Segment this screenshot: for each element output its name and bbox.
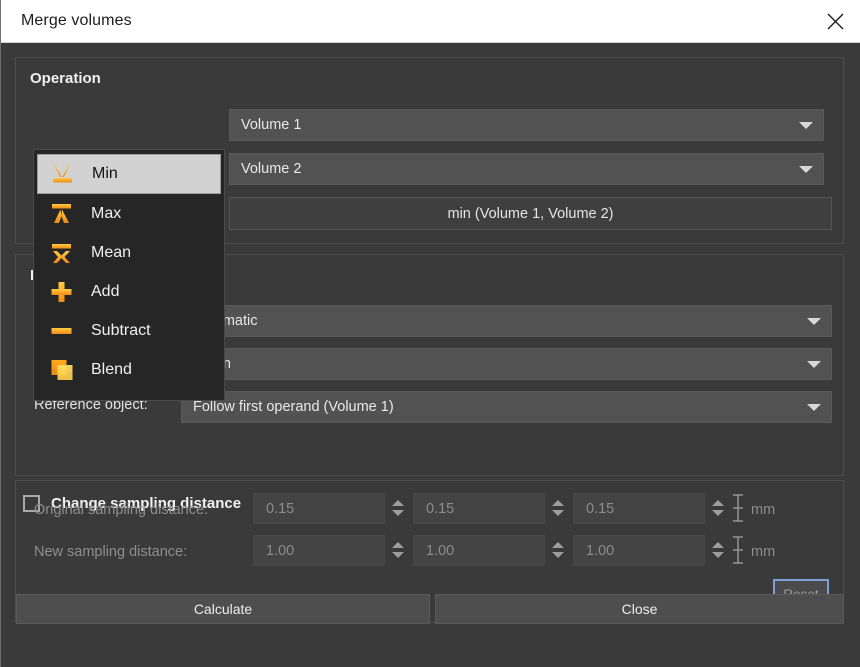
stepper-up-icon bbox=[391, 500, 404, 506]
add-icon bbox=[48, 277, 78, 307]
original-sampling-z-stepper[interactable] bbox=[711, 493, 724, 523]
menu-item-mean[interactable]: Mean bbox=[34, 233, 224, 272]
operand-1-combobox[interactable]: Volume 1 bbox=[229, 109, 824, 141]
expression-field: min (Volume 1, Volume 2) bbox=[229, 197, 832, 230]
chevron-down-icon bbox=[807, 318, 821, 325]
menu-item-add-label: Add bbox=[91, 282, 120, 300]
original-sampling-unit: mm bbox=[751, 502, 776, 518]
new-sampling-x-input[interactable]: 1.00 bbox=[253, 535, 385, 566]
dimension-icon bbox=[730, 492, 746, 524]
reference-object-value: Follow first operand (Volume 1) bbox=[193, 399, 394, 415]
merge-volumes-dialog: Merge volumes Operation Volume 1 Volume … bbox=[0, 0, 860, 667]
chevron-down-icon bbox=[799, 122, 813, 129]
dialog-title: Merge volumes bbox=[21, 12, 132, 29]
dialog-body: Operation Volume 1 Volume 2 min (Volume … bbox=[1, 43, 860, 667]
menu-item-min[interactable]: Min bbox=[37, 154, 221, 194]
chevron-down-icon bbox=[799, 166, 813, 173]
operand-1-value: Volume 1 bbox=[241, 117, 302, 133]
menu-item-blend-label: Blend bbox=[91, 360, 132, 378]
new-sampling-z-stepper[interactable] bbox=[711, 535, 724, 565]
menu-item-max[interactable]: Max bbox=[34, 194, 224, 233]
stepper-up-icon bbox=[391, 542, 404, 548]
menu-item-subtract[interactable]: Subtract bbox=[34, 311, 224, 350]
new-sampling-distance-label: New sampling distance: bbox=[34, 544, 188, 560]
menu-item-min-label: Min bbox=[92, 165, 118, 182]
stepper-down-icon bbox=[391, 510, 404, 516]
max-icon bbox=[48, 199, 78, 229]
chevron-down-icon bbox=[807, 361, 821, 368]
close-icon bbox=[826, 12, 845, 31]
result-mode-combobox[interactable]: Automatic bbox=[181, 305, 832, 337]
menu-item-max-label: Max bbox=[91, 204, 122, 222]
stepper-down-icon bbox=[551, 552, 564, 558]
new-sampling-y-input[interactable]: 1.00 bbox=[413, 535, 545, 566]
stepper-down-icon bbox=[711, 510, 724, 516]
stepper-up-icon bbox=[551, 500, 564, 506]
original-sampling-z-input[interactable]: 0.15 bbox=[573, 493, 705, 524]
calculate-button[interactable]: Calculate bbox=[16, 594, 430, 624]
bounding-box-combobox[interactable]: Union bbox=[181, 348, 832, 380]
close-button[interactable] bbox=[809, 0, 860, 42]
min-icon bbox=[49, 159, 79, 189]
subtract-icon bbox=[48, 316, 78, 346]
stepper-up-icon bbox=[551, 542, 564, 548]
stepper-down-icon bbox=[711, 552, 724, 558]
operand-2-value: Volume 2 bbox=[241, 161, 302, 177]
menu-item-blend[interactable]: Blend bbox=[34, 350, 224, 389]
menu-item-add[interactable]: Add bbox=[34, 272, 224, 311]
new-sampling-z-input[interactable]: 1.00 bbox=[573, 535, 705, 566]
stepper-up-icon bbox=[711, 542, 724, 548]
operand-2-combobox[interactable]: Volume 2 bbox=[229, 153, 824, 185]
original-sampling-y-stepper[interactable] bbox=[551, 493, 564, 523]
reference-object-combobox[interactable]: Follow first operand (Volume 1) bbox=[181, 391, 832, 423]
new-sampling-x-stepper[interactable] bbox=[391, 535, 404, 565]
title-bar: Merge volumes bbox=[1, 0, 860, 43]
new-sampling-unit: mm bbox=[751, 544, 776, 560]
blend-icon bbox=[48, 355, 78, 385]
original-sampling-y-input[interactable]: 0.15 bbox=[413, 493, 545, 524]
chevron-down-icon bbox=[807, 404, 821, 411]
dimension-icon bbox=[730, 534, 746, 566]
stepper-down-icon bbox=[551, 510, 564, 516]
menu-item-mean-label: Mean bbox=[91, 243, 132, 261]
mean-icon bbox=[48, 238, 78, 268]
close-dialog-button[interactable]: Close bbox=[435, 594, 844, 624]
original-sampling-x-input[interactable]: 0.15 bbox=[253, 493, 385, 524]
stepper-down-icon bbox=[391, 552, 404, 558]
operation-group-title: Operation bbox=[30, 70, 101, 87]
original-sampling-x-stepper[interactable] bbox=[391, 493, 404, 523]
expression-text: min (Volume 1, Volume 2) bbox=[447, 205, 614, 222]
original-sampling-distance-label: Original sampling distance: bbox=[34, 502, 209, 518]
new-sampling-y-stepper[interactable] bbox=[551, 535, 564, 565]
menu-item-subtract-label: Subtract bbox=[91, 321, 151, 339]
operation-dropdown-menu: Min Max Mean Add Subtract Blend bbox=[33, 149, 225, 401]
stepper-up-icon bbox=[711, 500, 724, 506]
